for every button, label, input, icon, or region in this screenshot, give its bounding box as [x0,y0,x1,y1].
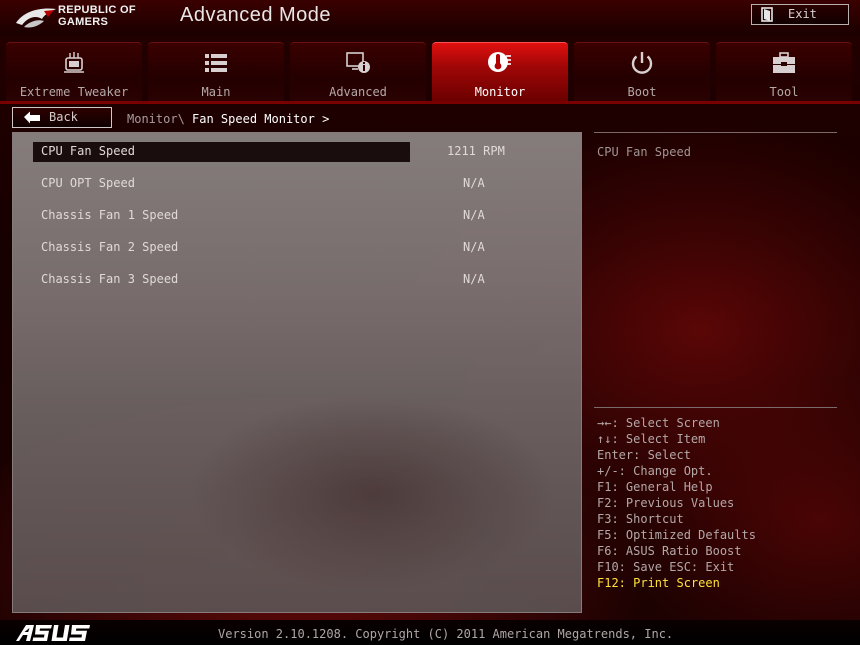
back-label: Back [49,110,78,124]
setting-value: N/A [463,272,485,286]
setting-value: N/A [463,240,485,254]
monitor-thermometer-icon [488,52,511,72]
tab-tool[interactable]: Tool [716,42,852,102]
tab-boot[interactable]: Boot [574,42,710,102]
help-divider-top [594,132,837,133]
tab-monitor[interactable]: Monitor [432,42,568,102]
tab-label: Boot [627,85,657,99]
setting-row-cpu-fan-speed[interactable]: CPU Fan Speed 1211 RPM [33,142,523,162]
key-hint: F6: ASUS Ratio Boost [597,544,742,558]
tab-label: Advanced [329,85,387,99]
key-hint-print-screen: F12: Print Screen [597,576,720,590]
fan-speed-list-panel: CPU Fan Speed 1211 RPM CPU OPT Speed N/A… [12,132,582,613]
setting-label: Chassis Fan 1 Speed [41,208,179,222]
page-title: Advanced Mode [180,4,332,26]
tab-extreme-tweaker[interactable]: Extreme Tweaker [6,42,142,102]
power-icon [631,52,653,74]
extreme-tweaker-icon [64,52,84,73]
brand-line-2: GAMERS [58,16,109,28]
tab-label: Monitor [474,85,526,99]
setting-label: CPU OPT Speed [41,176,135,190]
brand-line-1: REPUBLIC OF [58,4,136,16]
setting-label: Chassis Fan 2 Speed [41,240,179,254]
key-hint: →←: Select Screen [597,416,720,430]
breadcrumb: Monitor\ Fan Speed Monitor > [127,112,329,126]
setting-row-chassis-fan-3-speed[interactable]: Chassis Fan 3 Speed N/A [33,270,523,290]
setting-row-cpu-opt-speed[interactable]: CPU OPT Speed N/A [33,174,523,194]
breadcrumb-current: Fan Speed Monitor > [192,112,330,126]
title-bar: REPUBLIC OF GAMERS Advanced Mode Exit [0,0,860,36]
setting-value: N/A [463,176,485,190]
tab-strip-divider [0,101,860,104]
tab-advanced[interactable]: Advanced [290,42,426,102]
key-hint: F2: Previous Values [597,496,735,510]
exit-door-icon [761,7,773,22]
back-button[interactable]: Back [12,107,112,128]
key-hint: F1: General Help [597,480,713,494]
setting-row-chassis-fan-1-speed[interactable]: Chassis Fan 1 Speed N/A [33,206,523,226]
setting-label: CPU Fan Speed [41,144,135,158]
setting-label: Chassis Fan 3 Speed [41,272,179,286]
help-description: CPU Fan Speed [597,145,691,159]
version-copyright: Version 2.10.1208. Copyright (C) 2011 Am… [218,627,674,641]
key-legend: →←: Select Screen ↑↓: Select Item Enter:… [597,415,756,591]
tab-label: Extreme Tweaker [19,85,129,99]
tab-main[interactable]: Main [148,42,284,102]
asus-logo [16,625,90,641]
help-divider-middle [594,407,837,408]
exit-label: Exit [788,7,817,21]
exit-button[interactable]: Exit [751,4,849,25]
key-hint: F3: Shortcut [597,512,684,526]
key-hint: ↑↓: Select Item [597,432,706,446]
key-hint: F10: Save ESC: Exit [597,560,735,574]
list-icon [205,54,227,72]
tab-label: Tool [769,85,799,99]
tab-label: Main [201,85,231,99]
key-hint: +/-: Change Opt. [597,464,713,478]
rog-eye-icon [16,8,56,28]
rog-logo: REPUBLIC OF GAMERS [14,3,154,33]
key-hint: F5: Optimized Defaults [597,528,756,542]
advanced-settings-icon [346,52,370,73]
rog-wordmark: REPUBLIC OF GAMERS [58,4,158,28]
toolbox-icon [773,52,795,73]
key-hint: Enter: Select [597,448,691,462]
back-arrow-icon [24,111,40,124]
setting-row-chassis-fan-2-speed[interactable]: Chassis Fan 2 Speed N/A [33,238,523,258]
setting-value: N/A [463,208,485,222]
breadcrumb-parent[interactable]: Monitor\ [127,112,185,126]
setting-value: 1211 RPM [447,144,505,158]
